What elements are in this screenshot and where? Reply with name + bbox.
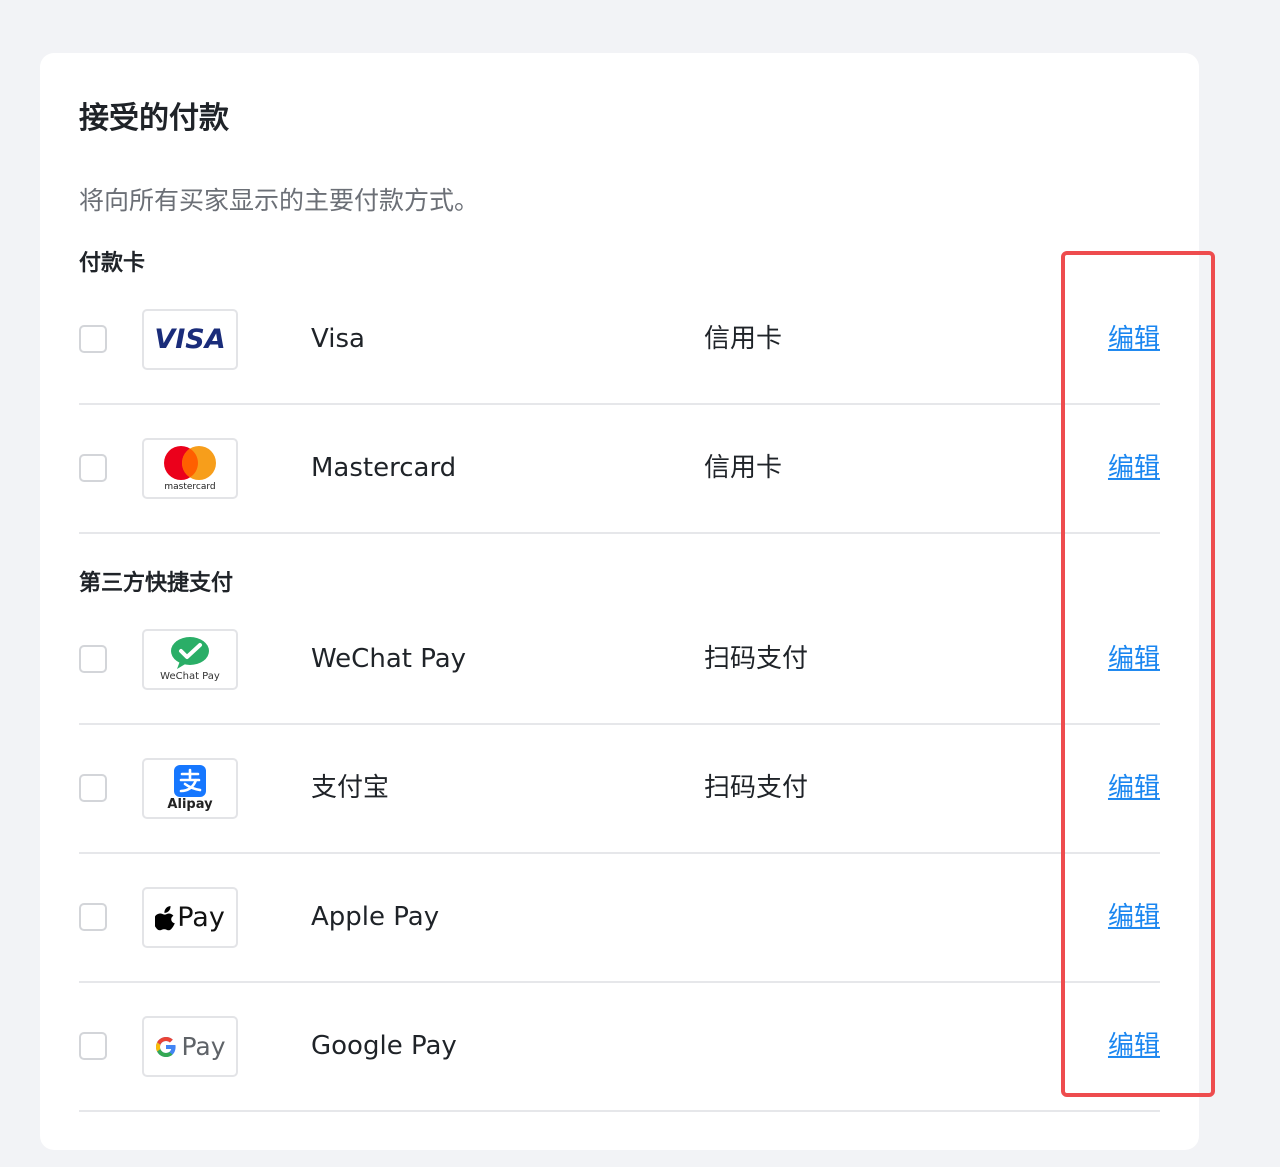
mastercard-logo-icon: mastercard (142, 438, 238, 499)
row-divider (79, 723, 1160, 725)
payment-row-alipay: Alipay 支付宝 扫码支付 编辑 (79, 726, 1160, 854)
payment-name: 支付宝 (311, 772, 390, 803)
section-title-third-party: 第三方快捷支付 (79, 571, 234, 596)
apple-pay-checkbox[interactable] (79, 903, 107, 931)
apple-pay-logo-text: Pay (177, 901, 225, 933)
mastercard-circles-icon (164, 446, 216, 480)
payment-row-apple-pay: Pay Apple Pay 编辑 (79, 855, 1160, 983)
payment-name: Visa (311, 323, 365, 354)
row-divider (79, 403, 1160, 405)
google-pay-logo-text: Pay (181, 1031, 226, 1061)
payment-row-google-pay: Pay Google Pay 编辑 (79, 984, 1160, 1112)
wechat-pay-logo-icon: WeChat Pay (142, 629, 238, 690)
row-divider (79, 1110, 1160, 1112)
alipay-checkbox[interactable] (79, 774, 107, 802)
section-title-payment-cards: 付款卡 (79, 251, 146, 276)
wechat-pay-logo-text: WeChat Pay (160, 671, 220, 682)
visa-logo-text: VISA (154, 324, 226, 355)
google-pay-checkbox[interactable] (79, 1032, 107, 1060)
edit-link-visa[interactable]: 编辑 (1108, 322, 1160, 356)
apple-icon (155, 905, 176, 930)
edit-link-wechat-pay[interactable]: 编辑 (1108, 642, 1160, 676)
payment-name: Google Pay (311, 1030, 457, 1061)
row-divider (79, 532, 1160, 534)
apple-pay-logo-icon: Pay (142, 887, 238, 948)
payment-type: 扫码支付 (704, 643, 809, 674)
mastercard-logo-text: mastercard (164, 482, 216, 492)
payment-type: 信用卡 (704, 323, 783, 354)
google-g-icon (156, 1036, 177, 1057)
payment-type: 信用卡 (704, 452, 783, 483)
wechat-pay-checkbox[interactable] (79, 645, 107, 673)
mastercard-checkbox[interactable] (79, 454, 107, 482)
payment-type: 扫码支付 (704, 772, 809, 803)
edit-link-apple-pay[interactable]: 编辑 (1108, 900, 1160, 934)
row-divider (79, 981, 1160, 983)
edit-link-google-pay[interactable]: 编辑 (1108, 1029, 1160, 1063)
card-description: 将向所有买家显示的主要付款方式。 (79, 186, 480, 215)
edit-link-mastercard[interactable]: 编辑 (1108, 451, 1160, 485)
payment-name: Apple Pay (311, 901, 440, 932)
google-pay-logo-icon: Pay (142, 1016, 238, 1077)
payment-row-visa: VISA Visa 信用卡 编辑 (79, 277, 1160, 405)
alipay-logo-text: Alipay (167, 797, 213, 812)
card-title: 接受的付款 (79, 101, 229, 136)
payment-name: WeChat Pay (311, 643, 467, 674)
accepted-payments-card: 接受的付款 将向所有买家显示的主要付款方式。 付款卡 VISA Visa 信用卡… (40, 53, 1199, 1150)
alipay-logo-icon: Alipay (142, 758, 238, 819)
edit-link-alipay[interactable]: 编辑 (1108, 771, 1160, 805)
visa-logo-icon: VISA (142, 309, 238, 370)
payment-name: Mastercard (311, 452, 457, 483)
row-divider (79, 852, 1160, 854)
visa-checkbox[interactable] (79, 325, 107, 353)
wechat-bubble-icon (170, 637, 209, 669)
payment-row-wechat-pay: WeChat Pay WeChat Pay 扫码支付 编辑 (79, 597, 1160, 725)
payment-row-mastercard: mastercard Mastercard 信用卡 编辑 (79, 406, 1160, 534)
alipay-mark-icon (173, 765, 206, 797)
